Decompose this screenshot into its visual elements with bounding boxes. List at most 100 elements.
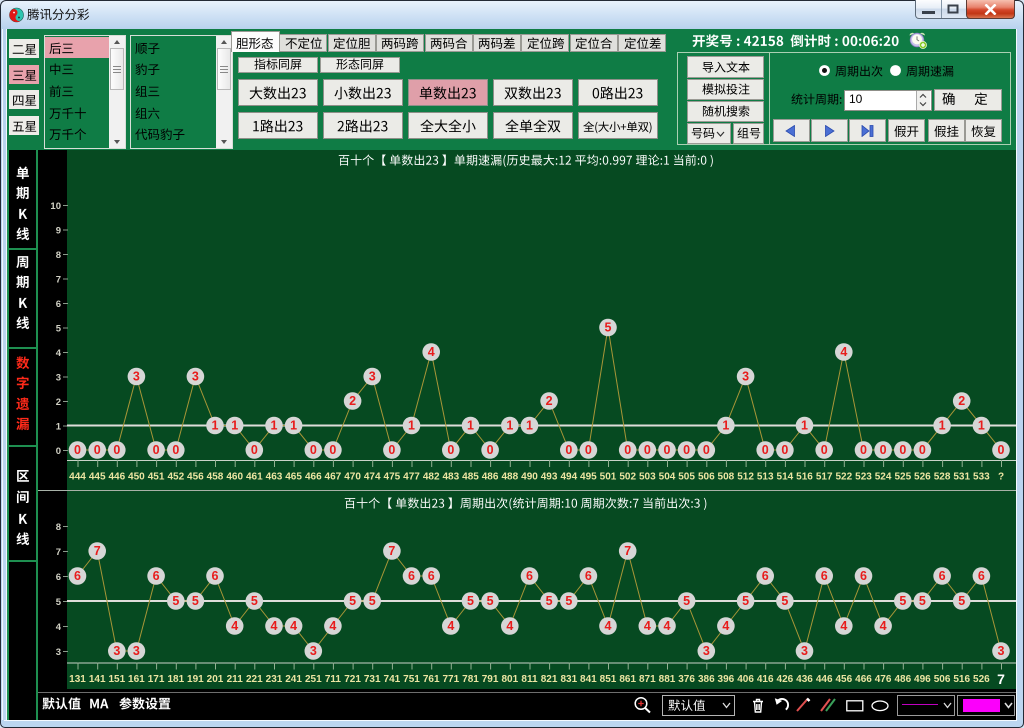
svg-text:488: 488: [501, 472, 518, 483]
svg-text:6: 6: [939, 569, 946, 583]
svg-text:201: 201: [207, 674, 224, 685]
svg-text:3: 3: [133, 370, 140, 384]
svg-text:831: 831: [560, 674, 577, 685]
svg-text:3: 3: [56, 373, 61, 384]
svg-text:513: 513: [757, 472, 774, 483]
svg-text:526: 526: [914, 472, 931, 483]
svg-text:3: 3: [113, 644, 120, 658]
svg-text:0: 0: [585, 443, 592, 457]
svg-text:731: 731: [364, 674, 381, 685]
svg-text:3: 3: [56, 647, 61, 658]
svg-text:477: 477: [403, 472, 420, 483]
svg-text:6: 6: [585, 569, 592, 583]
svg-text:426: 426: [777, 674, 794, 685]
svg-text:881: 881: [659, 674, 676, 685]
svg-text:463: 463: [266, 472, 283, 483]
svg-text:3: 3: [998, 644, 1005, 658]
svg-text:3: 3: [801, 644, 808, 658]
svg-text:2: 2: [546, 394, 553, 408]
svg-text:1: 1: [271, 419, 278, 433]
svg-text:711: 711: [325, 674, 342, 685]
svg-text:496: 496: [914, 674, 931, 685]
svg-text:6: 6: [821, 569, 828, 583]
svg-text:5: 5: [781, 594, 788, 608]
svg-text:4: 4: [231, 619, 238, 633]
svg-text:141: 141: [89, 674, 106, 685]
svg-text:3: 3: [192, 370, 199, 384]
svg-text:482: 482: [423, 472, 440, 483]
svg-text:2: 2: [56, 397, 61, 408]
svg-text:4: 4: [722, 619, 729, 633]
svg-text:5: 5: [546, 594, 553, 608]
svg-text:0: 0: [664, 443, 671, 457]
svg-text:0: 0: [919, 443, 926, 457]
svg-text:4: 4: [329, 619, 336, 633]
svg-text:526: 526: [973, 674, 990, 685]
svg-text:6: 6: [860, 569, 867, 583]
svg-text:821: 821: [541, 674, 558, 685]
svg-text:4: 4: [880, 619, 887, 633]
svg-text:0: 0: [899, 443, 906, 457]
svg-text:5: 5: [251, 594, 258, 608]
svg-text:0: 0: [762, 443, 769, 457]
svg-text:501: 501: [600, 472, 617, 483]
svg-text:504: 504: [659, 472, 676, 483]
svg-text:4: 4: [56, 622, 62, 633]
svg-text:6: 6: [212, 569, 219, 583]
svg-text:506: 506: [698, 472, 715, 483]
svg-text:9: 9: [56, 226, 61, 237]
svg-text:0: 0: [153, 443, 160, 457]
svg-text:811: 811: [521, 674, 538, 685]
svg-text:0: 0: [56, 446, 61, 457]
svg-text:505: 505: [678, 472, 695, 483]
svg-text:741: 741: [384, 674, 401, 685]
svg-text:841: 841: [580, 674, 597, 685]
svg-text:461: 461: [246, 472, 263, 483]
svg-text:493: 493: [541, 472, 558, 483]
svg-text:5: 5: [349, 594, 356, 608]
svg-text:6: 6: [56, 299, 61, 310]
svg-text:7: 7: [94, 544, 101, 558]
svg-text:791: 791: [482, 674, 499, 685]
svg-text:0: 0: [644, 443, 651, 457]
svg-text:5: 5: [958, 594, 965, 608]
svg-text:4: 4: [290, 619, 297, 633]
svg-text:6: 6: [153, 569, 160, 583]
svg-text:6: 6: [978, 569, 985, 583]
svg-text:502: 502: [619, 472, 636, 483]
svg-text:0: 0: [998, 443, 1005, 457]
svg-text:8: 8: [56, 250, 61, 261]
svg-text:474: 474: [364, 472, 381, 483]
svg-text:396: 396: [718, 674, 735, 685]
svg-text:531: 531: [953, 472, 970, 483]
svg-text:231: 231: [266, 674, 283, 685]
svg-text:5: 5: [192, 594, 199, 608]
svg-text:485: 485: [462, 472, 479, 483]
svg-text:0: 0: [388, 443, 395, 457]
svg-text:211: 211: [227, 674, 244, 685]
svg-text:1: 1: [467, 419, 474, 433]
svg-text:0: 0: [251, 443, 258, 457]
svg-text:771: 771: [442, 674, 459, 685]
svg-text:0: 0: [113, 443, 120, 457]
svg-text:1: 1: [212, 419, 219, 433]
svg-text:4: 4: [447, 619, 454, 633]
svg-text:512: 512: [737, 472, 754, 483]
svg-text:4: 4: [840, 345, 847, 359]
svg-text:467: 467: [325, 472, 342, 483]
svg-text:0: 0: [860, 443, 867, 457]
svg-text:5: 5: [683, 594, 690, 608]
svg-text:1: 1: [978, 419, 985, 433]
svg-text:517: 517: [816, 472, 833, 483]
svg-text:0: 0: [683, 443, 690, 457]
svg-text:2: 2: [349, 394, 356, 408]
svg-text:5: 5: [172, 594, 179, 608]
svg-text:7: 7: [624, 544, 631, 558]
svg-text:1: 1: [526, 419, 533, 433]
svg-text:506: 506: [934, 674, 951, 685]
svg-text:5: 5: [56, 597, 62, 608]
svg-text:3: 3: [133, 644, 140, 658]
svg-text:5: 5: [56, 324, 62, 335]
svg-text:6: 6: [428, 569, 435, 583]
svg-text:?: ?: [998, 472, 1004, 483]
